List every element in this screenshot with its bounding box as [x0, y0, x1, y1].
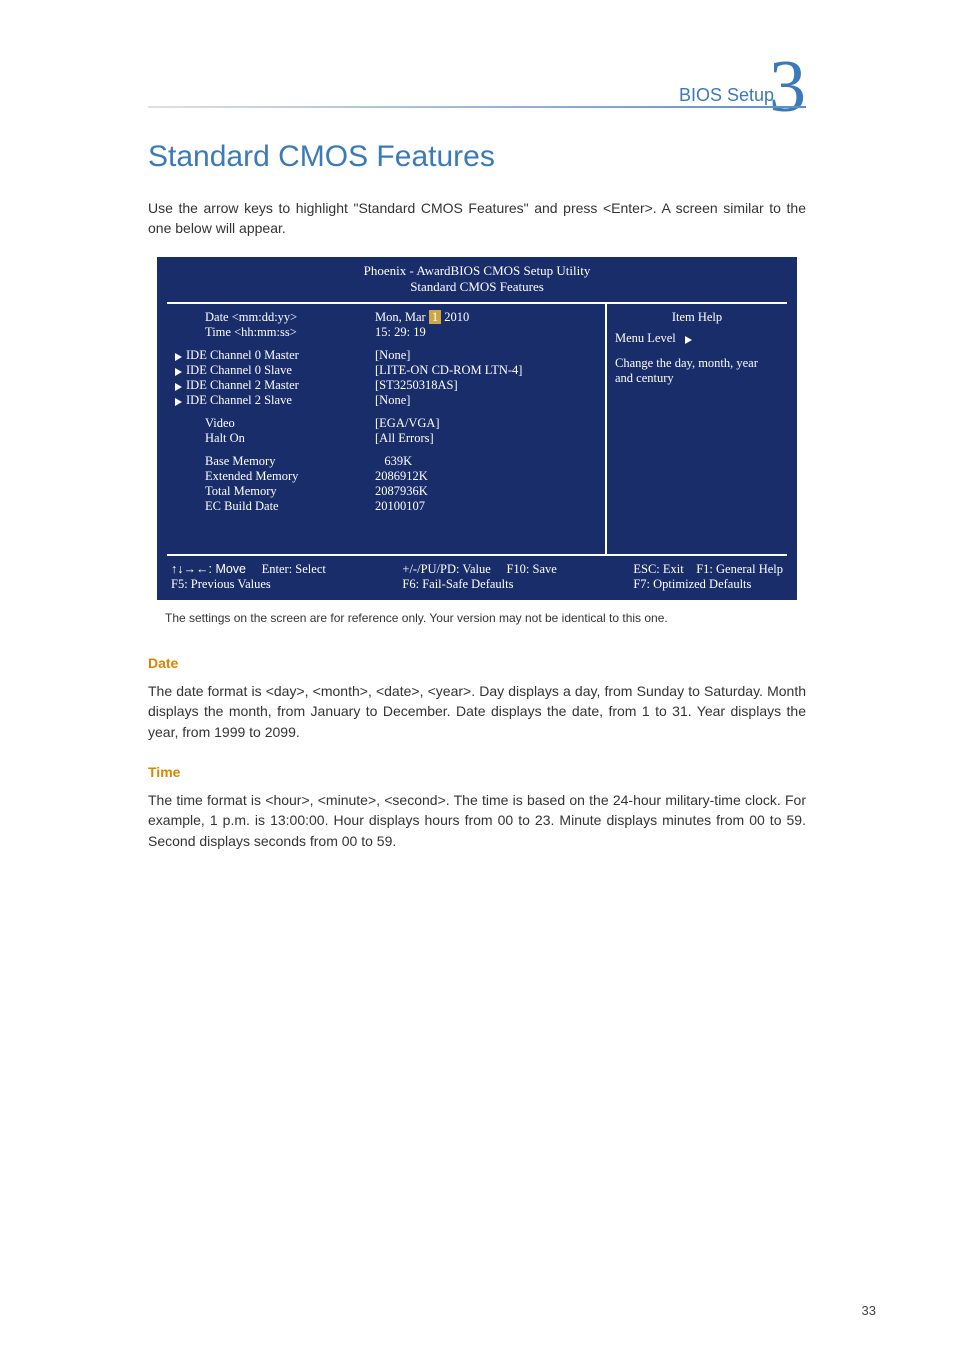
date-section-title: Date	[148, 655, 806, 671]
bios-row-ide2m: IDE Channel 2 Master [ST3250318AS]	[175, 378, 597, 393]
bios-title: Phoenix - AwardBIOS CMOS Setup Utility S…	[167, 263, 787, 297]
bios-row-ide0s: IDE Channel 0 Slave [LITE-ON CD-ROM LTN-…	[175, 363, 597, 378]
bios-time-value: 15: 29: 19	[375, 325, 597, 340]
bios-halt-label: Halt On	[175, 431, 375, 446]
bios-total-value: 2087936K	[375, 484, 597, 499]
footer-col-3: ESC: Exit F1: General Help F7: Optimized…	[633, 562, 783, 592]
footer-f1: F1: General Help	[696, 562, 783, 576]
bios-ide-group: IDE Channel 0 Master [None] IDE Channel …	[175, 348, 597, 408]
bios-left-panel: Date <mm:dd:yy> Mon, Mar 1 2010 Time <hh…	[167, 304, 607, 554]
footer-col-1: ↑↓→←: Move Enter: Select F5: Previous Va…	[171, 562, 326, 592]
footer-f7: F7: Optimized Defaults	[633, 577, 751, 591]
triangle-icon	[175, 353, 182, 361]
time-section-title: Time	[148, 764, 806, 780]
menu-level-text: Menu Level	[615, 331, 676, 345]
header-rule	[148, 106, 806, 108]
bios-footer: ↑↓→←: Move Enter: Select F5: Previous Va…	[167, 560, 787, 594]
bios-row-ec: EC Build Date 20100107	[175, 499, 597, 514]
bios-row-ide0m: IDE Channel 0 Master [None]	[175, 348, 597, 363]
page-title: Standard CMOS Features	[148, 140, 806, 174]
bios-ext-label: Extended Memory	[175, 469, 375, 484]
content-area: Standard CMOS Features Use the arrow key…	[148, 140, 806, 873]
bios-video-value: [EGA/VGA]	[375, 416, 597, 431]
triangle-icon	[175, 398, 182, 406]
bios-ec-label: EC Build Date	[175, 499, 375, 514]
bios-title-line2: Standard CMOS Features	[410, 279, 544, 294]
date-prefix: Mon, Mar	[375, 310, 429, 324]
triangle-icon	[685, 336, 692, 344]
bios-right-panel: Item Help Menu Level Change the day, mon…	[607, 304, 787, 554]
bios-help-desc: Change the day, month, year and century	[615, 356, 779, 386]
time-section-body: The time format is <hour>, <minute>, <se…	[148, 790, 806, 851]
footer-pupd: +/-/PU/PD: Value	[402, 562, 490, 576]
bios-ide0m-label: IDE Channel 0 Master	[175, 348, 375, 363]
triangle-icon	[175, 368, 182, 376]
screenshot-caption: The settings on the screen are for refer…	[165, 610, 789, 627]
bios-date-label: Date <mm:dd:yy>	[175, 310, 375, 325]
header-label: BIOS Setup	[679, 85, 774, 106]
bios-ext-value: 2086912K	[375, 469, 597, 484]
footer-move: ↑↓→←: Move	[171, 562, 246, 576]
ide0m-text: IDE Channel 0 Master	[186, 348, 299, 362]
bios-halt-value: [All Errors]	[375, 431, 597, 446]
bios-total-label: Total Memory	[175, 484, 375, 499]
footer-esc: ESC: Exit	[633, 562, 683, 576]
bios-menu-level: Menu Level	[615, 331, 779, 346]
bios-row-ext: Extended Memory 2086912K	[175, 469, 597, 484]
bios-row-video: Video [EGA/VGA]	[175, 416, 597, 431]
bios-date-value: Mon, Mar 1 2010	[375, 310, 597, 325]
footer-col-2: +/-/PU/PD: Value F10: Save F6: Fail-Safe…	[402, 562, 556, 592]
bios-row-base: Base Memory 639K	[175, 454, 597, 469]
footer-f5: F5: Previous Values	[171, 577, 271, 591]
bios-video-group: Video [EGA/VGA] Halt On [All Errors]	[175, 416, 597, 446]
intro-paragraph: Use the arrow keys to highlight "Standar…	[148, 198, 806, 239]
bios-ide2s-value: [None]	[375, 393, 597, 408]
bios-title-line1: Phoenix - AwardBIOS CMOS Setup Utility	[364, 263, 591, 278]
bios-ec-value: 20100107	[375, 499, 597, 514]
bios-row-time: Time <hh:mm:ss> 15: 29: 19	[175, 325, 597, 340]
bios-ide0s-label: IDE Channel 0 Slave	[175, 363, 375, 378]
ide2s-text: IDE Channel 2 Slave	[186, 393, 292, 407]
bios-help-title: Item Help	[615, 310, 779, 325]
bios-ide2m-label: IDE Channel 2 Master	[175, 378, 375, 393]
bios-row-date: Date <mm:dd:yy> Mon, Mar 1 2010	[175, 310, 597, 325]
bios-memory-group: Base Memory 639K Extended Memory 2086912…	[175, 454, 597, 514]
footer-f6: F6: Fail-Safe Defaults	[402, 577, 513, 591]
date-suffix: 2010	[441, 310, 469, 324]
ide2m-text: IDE Channel 2 Master	[186, 378, 299, 392]
bios-base-value: 639K	[375, 454, 597, 469]
bios-time-label: Time <hh:mm:ss>	[175, 325, 375, 340]
footer-enter: Enter: Select	[262, 562, 326, 576]
bios-row-ide2s: IDE Channel 2 Slave [None]	[175, 393, 597, 408]
bios-row-total: Total Memory 2087936K	[175, 484, 597, 499]
bios-base-label: Base Memory	[175, 454, 375, 469]
bios-main: Date <mm:dd:yy> Mon, Mar 1 2010 Time <hh…	[167, 302, 787, 556]
date-highlight: 1	[429, 310, 441, 324]
bios-ide0m-value: [None]	[375, 348, 597, 363]
bios-screenshot: Phoenix - AwardBIOS CMOS Setup Utility S…	[157, 257, 797, 601]
triangle-icon	[175, 383, 182, 391]
date-section-body: The date format is <day>, <month>, <date…	[148, 681, 806, 742]
chapter-number: 3	[769, 50, 806, 124]
bios-video-label: Video	[175, 416, 375, 431]
footer-f10: F10: Save	[506, 562, 556, 576]
bios-ide2s-label: IDE Channel 2 Slave	[175, 393, 375, 408]
ide0s-text: IDE Channel 0 Slave	[186, 363, 292, 377]
bios-ide2m-value: [ST3250318AS]	[375, 378, 597, 393]
bios-ide0s-value: [LITE-ON CD-ROM LTN-4]	[375, 363, 597, 378]
page-number: 33	[862, 1303, 876, 1318]
bios-row-halt: Halt On [All Errors]	[175, 431, 597, 446]
